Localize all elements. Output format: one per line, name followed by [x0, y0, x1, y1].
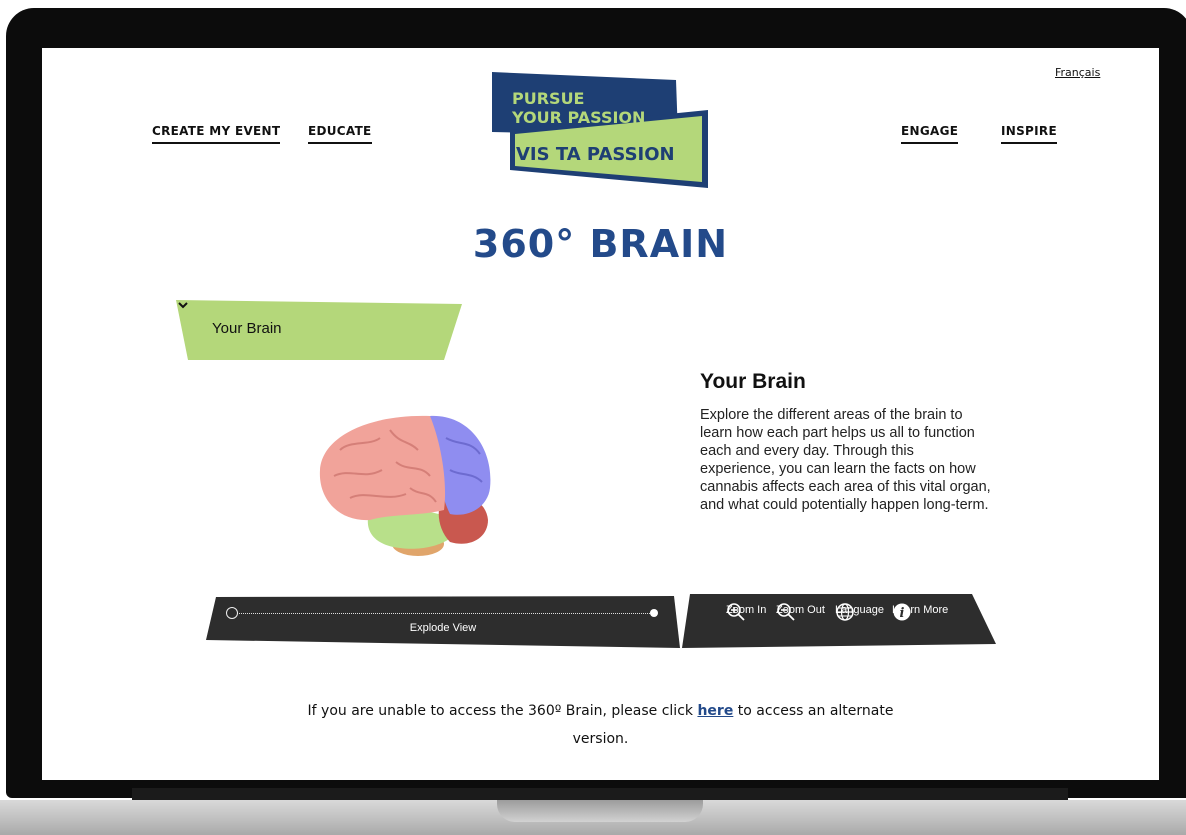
viewer-controls-panel: Zoom In Zoom Out Language i Learn More	[682, 594, 996, 648]
explode-view-label: Explode View	[409, 622, 477, 634]
notice-text-line2: version.	[572, 731, 629, 747]
laptop-notch	[497, 800, 703, 822]
logo-line3: VIS TA PASSION	[516, 144, 675, 165]
nav-create-my-event[interactable]: CREATE MY EVENT	[152, 124, 281, 144]
explode-view-panel: Explode View	[206, 594, 680, 648]
learn-more-button[interactable]: i Learn More	[892, 602, 948, 621]
info-title: Your Brain	[700, 370, 806, 393]
language-link[interactable]: Français	[1055, 66, 1100, 79]
svg-text:i: i	[900, 606, 905, 621]
nav-educate[interactable]: EDUCATE	[308, 124, 372, 144]
explode-slider-track[interactable]	[234, 613, 652, 614]
language-button[interactable]: Language	[835, 602, 884, 621]
dropdown-selected-value: Your Brain	[212, 320, 282, 337]
chevron-down-icon	[178, 302, 188, 309]
explode-bar-background	[206, 596, 680, 648]
zoom-out-icon	[777, 603, 795, 621]
brain-3d-model[interactable]	[310, 410, 496, 562]
logo-line2: YOUR PASSION	[511, 108, 645, 127]
notice-text-before: If you are unable to access the 360º Bra…	[307, 703, 694, 719]
logo-line1: PURSUE	[512, 89, 584, 108]
explode-slider-end	[650, 609, 658, 617]
frontal-lobe-region[interactable]	[319, 415, 446, 521]
section-dropdown[interactable]: Your Brain	[176, 298, 462, 361]
notice-text-after: to access an alternate	[737, 703, 894, 719]
nav-inspire[interactable]: INSPIRE	[1001, 124, 1057, 144]
globe-icon	[836, 603, 854, 621]
zoom-out-button[interactable]: Zoom Out	[776, 602, 825, 621]
info-description: Explore the different areas of the brain…	[700, 407, 991, 513]
zoom-in-icon	[727, 603, 745, 621]
accessibility-notice: If you are unable to access the 360º Bra…	[42, 697, 1159, 753]
info-icon: i	[893, 603, 911, 621]
explode-slider-handle[interactable]	[226, 607, 238, 619]
site-logo[interactable]: PURSUE YOUR PASSION VIS TA PASSION	[490, 70, 712, 190]
page-title: 360° BRAIN	[472, 222, 729, 266]
zoom-in-button[interactable]: Zoom In	[726, 602, 766, 621]
alternate-version-link[interactable]: here	[697, 703, 733, 719]
nav-engage[interactable]: ENGAGE	[901, 124, 959, 144]
browser-screen: Français CREATE MY EVENT EDUCATE ENGAGE …	[42, 48, 1159, 780]
